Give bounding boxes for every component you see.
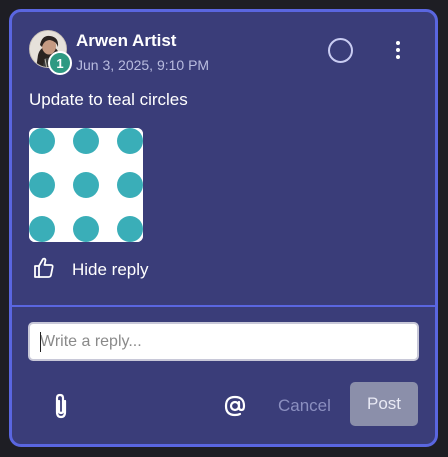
paperclip-icon[interactable]: [50, 392, 72, 420]
author-name: Arwen Artist: [76, 31, 177, 50]
reply-input[interactable]: [28, 322, 419, 361]
cancel-button[interactable]: Cancel: [278, 396, 331, 416]
kebab-menu-icon[interactable]: [388, 38, 408, 62]
unread-count-badge: 1: [48, 51, 72, 75]
comment-timestamp: Jun 3, 2025, 9:10 PM: [76, 57, 210, 73]
hide-reply-button[interactable]: Hide reply: [72, 260, 149, 280]
comment-thread-card: 1 Arwen Artist Jun 3, 2025, 9:10 PM Upda…: [9, 9, 438, 447]
divider: [12, 305, 435, 307]
resolve-circle-icon[interactable]: [328, 38, 353, 63]
at-sign-icon[interactable]: [223, 394, 247, 418]
post-button[interactable]: Post: [350, 382, 418, 426]
text-caret: [40, 332, 41, 352]
attachment-image[interactable]: [29, 128, 143, 242]
author-avatar-container: 1: [29, 30, 72, 75]
comment-text: Update to teal circles: [29, 90, 188, 109]
thumbs-up-icon[interactable]: [32, 256, 56, 280]
teal-circles-image: [29, 128, 143, 242]
